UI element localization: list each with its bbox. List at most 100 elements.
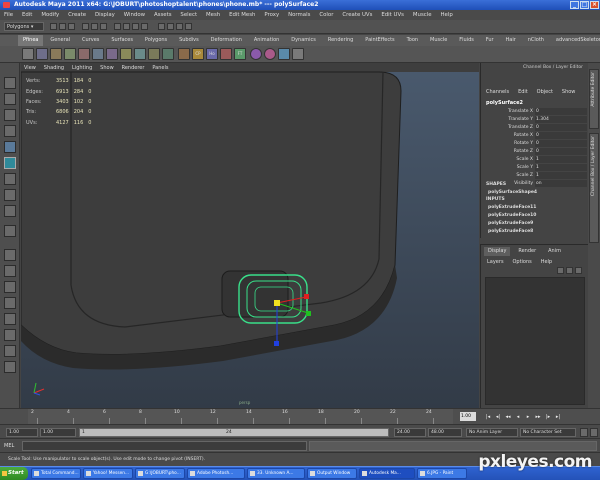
new-layer-selected-icon[interactable]	[566, 267, 573, 274]
attr-row-rotate-x[interactable]: Rotate X0	[481, 132, 589, 140]
taskbar-item-autodesk-maya[interactable]: Autodesk Ma...	[359, 468, 415, 479]
snap-plane-icon[interactable]	[141, 23, 148, 30]
menu-display[interactable]: Display	[95, 12, 115, 18]
move-tool-icon[interactable]	[4, 125, 16, 137]
menu-modify[interactable]: Modify	[41, 12, 59, 18]
render-icon[interactable]	[167, 23, 174, 30]
auto-key-icon[interactable]	[580, 428, 588, 437]
shelf-merge-icon[interactable]	[106, 48, 118, 60]
new-layer-icon[interactable]	[557, 267, 564, 274]
shelf-cube-icon[interactable]	[22, 48, 34, 60]
layer-list[interactable]	[485, 277, 585, 405]
shelf-tab-pfinea[interactable]: Pfinea	[18, 35, 44, 46]
shelf-cylinder-icon[interactable]	[50, 48, 62, 60]
shelf-tab-curves[interactable]: Curves	[77, 35, 104, 46]
taskbar-item-photoshop[interactable]: Adobe Photosh...	[187, 468, 245, 479]
channel-menu-object[interactable]: Object	[537, 89, 553, 95]
layer-tab-display[interactable]: Display	[484, 247, 511, 256]
menu-file[interactable]: File	[4, 12, 13, 18]
shelf-tab-ncloth[interactable]: nCloth	[523, 35, 549, 46]
attr-value[interactable]: 0	[535, 124, 587, 131]
persp-outliner-layout-icon[interactable]	[4, 281, 16, 293]
taskbar-item-yahoo-messenger[interactable]: Yahoo! Messen...	[83, 468, 133, 479]
shelf-tab-painteffects[interactable]: PaintEffects	[360, 35, 399, 46]
graph-editor-layout-icon[interactable]	[4, 345, 16, 357]
ipr-render-icon[interactable]	[176, 23, 183, 30]
attr-value[interactable]: 0	[535, 140, 587, 147]
attr-row-rotate-z[interactable]: Rotate Z0	[481, 148, 589, 156]
step-forward-icon[interactable]: |▸	[544, 413, 552, 421]
taskbar-item-unknown[interactable]: 33. Unknown A...	[247, 468, 305, 479]
selected-object-name[interactable]: polySurface2	[486, 100, 523, 106]
menu-select[interactable]: Select	[180, 12, 197, 18]
persp-graph-layout-icon[interactable]	[4, 297, 16, 309]
shelf-extrude-icon[interactable]	[78, 48, 90, 60]
shelf-plane-icon[interactable]	[64, 48, 76, 60]
shelf-tab-general[interactable]: General	[45, 35, 75, 46]
taskbar-item-explorer[interactable]: G:\JOBURT\pho...	[135, 468, 185, 479]
shelf-tab-deformation[interactable]: Deformation	[206, 35, 247, 46]
attr-value[interactable]: 0	[535, 148, 587, 155]
hypershade-layout-icon[interactable]	[4, 313, 16, 325]
playback-end-field[interactable]: 24.00	[394, 428, 426, 437]
layer-menu-options[interactable]: Options	[512, 259, 531, 265]
select-hierarchy-icon[interactable]	[82, 23, 89, 30]
single-perspective-layout-icon[interactable]	[4, 249, 16, 261]
go-to-end-icon[interactable]: ▸|	[554, 413, 562, 421]
step-back-key-icon[interactable]: ◂◂	[504, 413, 512, 421]
command-language-button[interactable]: MEL	[4, 441, 14, 451]
playback-range-bar[interactable]: 1 24	[79, 428, 389, 437]
menu-create-uvs[interactable]: Create UVs	[342, 12, 372, 18]
menu-help[interactable]: Help	[440, 12, 452, 18]
render-settings-icon[interactable]	[185, 23, 192, 30]
new-scene-icon[interactable]	[50, 23, 57, 30]
select-object-icon[interactable]	[91, 23, 98, 30]
attr-row-scale-x[interactable]: Scale X1	[481, 156, 589, 164]
input-node[interactable]: polyExtrudeFace8	[488, 228, 584, 236]
current-frame-field[interactable]: 1.00	[460, 412, 476, 421]
attr-row-rotate-y[interactable]: Rotate Y0	[481, 140, 589, 148]
taskbar-item-total-commander[interactable]: Total Command...	[31, 468, 81, 479]
time-slider-track[interactable]: 2 4 6 8 10 12 14 16 18 20 22 24	[28, 409, 453, 425]
attr-value[interactable]: 1.304	[535, 116, 587, 123]
shelf-light-icon[interactable]	[278, 48, 290, 60]
menu-edit-uvs[interactable]: Edit UVs	[381, 12, 404, 18]
attr-value[interactable]: 0	[535, 108, 587, 115]
rotate-tool-icon[interactable]	[4, 141, 16, 153]
open-scene-icon[interactable]	[59, 23, 66, 30]
attribute-editor-tab[interactable]: Attribute Editor	[589, 69, 599, 129]
last-tool-icon[interactable]	[4, 225, 16, 237]
attr-value[interactable]: 1	[535, 156, 587, 163]
shelf-tab-dynamics[interactable]: Dynamics	[286, 35, 321, 46]
input-node[interactable]: polyExtrudeFace9	[488, 220, 584, 228]
shelf-sphere-icon[interactable]	[36, 48, 48, 60]
minimize-button[interactable]: _	[570, 1, 579, 9]
snap-point-icon[interactable]	[132, 23, 139, 30]
input-node[interactable]: polyExtrudeFace10	[488, 212, 584, 220]
shelf-tab-fluids[interactable]: Fluids	[454, 35, 479, 46]
shelf-tab-hair[interactable]: Hair	[501, 35, 521, 46]
lasso-tool-icon[interactable]	[4, 93, 16, 105]
shelf-split-icon[interactable]	[120, 48, 132, 60]
menu-create[interactable]: Create	[68, 12, 86, 18]
play-backwards-icon[interactable]: ◂	[514, 413, 522, 421]
menu-assets[interactable]: Assets	[154, 12, 172, 18]
shelf-cp-icon[interactable]: CP	[192, 48, 204, 60]
attr-row-translate-z[interactable]: Translate Z0	[481, 124, 589, 132]
manipulator-tool-icon[interactable]	[4, 173, 16, 185]
character-set-select[interactable]: No Character Set	[520, 428, 576, 437]
uv-editor-layout-icon[interactable]	[4, 361, 16, 373]
menu-window[interactable]: Window	[124, 12, 145, 18]
anim-layer-select[interactable]: No Anim Layer	[466, 428, 518, 437]
command-input[interactable]	[22, 441, 307, 451]
shelf-render-sphere-icon[interactable]	[250, 48, 262, 60]
playback-start-field[interactable]: 1.00	[40, 428, 76, 437]
paint-select-tool-icon[interactable]	[4, 109, 16, 121]
channel-menu-edit[interactable]: Edit	[518, 89, 528, 95]
shelf-camera-icon[interactable]	[292, 48, 304, 60]
end-time-field[interactable]: 48.00	[428, 428, 462, 437]
shelf-bevel-icon[interactable]	[92, 48, 104, 60]
layer-tab-anim[interactable]: Anim	[544, 247, 565, 256]
snap-grid-icon[interactable]	[114, 23, 121, 30]
channel-menu-channels[interactable]: Channels	[486, 89, 509, 95]
